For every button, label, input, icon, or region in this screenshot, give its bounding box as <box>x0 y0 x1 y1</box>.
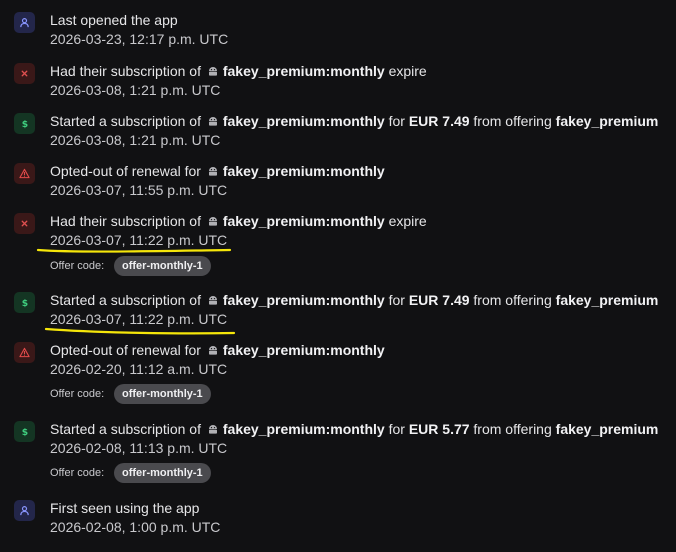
dollar-icon: $ <box>14 113 35 134</box>
event-timestamp: 2026-02-20, 11:12 a.m. UTC <box>50 361 228 377</box>
event-text: for <box>388 113 405 129</box>
event-title: Had their subscription of fakey_premium:… <box>50 212 427 230</box>
warning-icon <box>14 163 35 184</box>
event-timestamp: 2026-03-08, 1:21 p.m. UTC <box>50 82 221 98</box>
android-icon <box>208 346 217 355</box>
price: EUR 5.77 <box>408 421 470 437</box>
product-name: fakey_premium:monthly <box>222 213 385 229</box>
price: EUR 7.49 <box>408 113 470 129</box>
offer-code-label: Offer code: <box>50 388 105 400</box>
event-text: Started a subscription of <box>50 421 201 437</box>
event-timestamp: 2026-03-08, 1:21 p.m. UTC <box>50 132 221 148</box>
event-timestamp: 2026-03-07, 11:22 p.m. UTC <box>50 311 228 327</box>
event-text: Started a subscription of <box>50 292 201 308</box>
event-timestamp: 2026-03-23, 12:17 p.m. UTC <box>50 31 229 47</box>
cross-icon <box>14 213 35 234</box>
event-title: Started a subscription of fakey_premium:… <box>50 420 658 438</box>
event-text: from offering <box>473 113 552 129</box>
event-title: Last opened the app <box>50 12 178 28</box>
product-name: fakey_premium:monthly <box>222 113 385 129</box>
offer-code-label: Offer code: <box>50 260 105 272</box>
android-icon <box>208 117 217 126</box>
event-title: Opted-out of renewal for fakey_premium:m… <box>50 341 385 359</box>
event-text: expire <box>388 213 427 229</box>
event-timestamp: 2026-03-07, 11:55 p.m. UTC <box>50 182 228 198</box>
highlight-underline-1 <box>36 248 232 253</box>
person-icon <box>14 500 35 521</box>
event-text: from offering <box>473 421 552 437</box>
event-timestamp: 2026-02-08, 11:13 p.m. UTC <box>50 440 228 456</box>
event-title: Had their subscription of fakey_premium:… <box>50 62 427 80</box>
person-icon <box>14 12 35 33</box>
product-name: fakey_premium:monthly <box>222 292 385 308</box>
svg-text:$: $ <box>21 427 27 437</box>
android-icon <box>208 425 217 434</box>
highlight-underline-2 <box>44 327 236 335</box>
product-name: fakey_premium:monthly <box>222 421 385 437</box>
offer-code-chip[interactable]: offer-monthly-1 <box>114 256 211 276</box>
event-timestamp: 2026-02-08, 1:00 p.m. UTC <box>50 519 221 535</box>
offer-code-row: Offer code: offer-monthly-1 <box>50 384 211 404</box>
event-title: Started a subscription of fakey_premium:… <box>50 112 658 130</box>
product-name: fakey_premium:monthly <box>222 342 385 358</box>
event-text: Opted-out of renewal for <box>50 163 201 179</box>
svg-text:$: $ <box>21 119 27 129</box>
android-icon <box>208 67 217 76</box>
event-text: Started a subscription of <box>50 113 201 129</box>
dollar-icon: $ <box>14 292 35 313</box>
offering-name: fakey_premium <box>555 113 659 129</box>
offer-code-row: Offer code: offer-monthly-1 <box>50 256 211 276</box>
event-text: for <box>388 292 405 308</box>
event-timestamp: 2026-03-07, 11:22 p.m. UTC <box>50 232 228 248</box>
offer-code-chip[interactable]: offer-monthly-1 <box>114 384 211 404</box>
product-name: fakey_premium:monthly <box>222 63 385 79</box>
event-text: from offering <box>473 292 552 308</box>
event-text: Opted-out of renewal for <box>50 342 201 358</box>
svg-text:$: $ <box>21 298 27 308</box>
android-icon <box>208 167 217 176</box>
android-icon <box>208 296 217 305</box>
event-text: Had their subscription of <box>50 213 201 229</box>
offer-code-label: Offer code: <box>50 467 105 479</box>
event-text: Had their subscription of <box>50 63 201 79</box>
cross-icon <box>14 63 35 84</box>
offering-name: fakey_premium <box>555 421 659 437</box>
event-title: Started a subscription of fakey_premium:… <box>50 291 658 309</box>
event-text: expire <box>388 63 427 79</box>
price: EUR 7.49 <box>408 292 470 308</box>
offering-name: fakey_premium <box>555 292 659 308</box>
event-title: First seen using the app <box>50 500 200 516</box>
event-title: Opted-out of renewal for fakey_premium:m… <box>50 162 385 180</box>
dollar-icon: $ <box>14 421 35 442</box>
product-name: fakey_premium:monthly <box>222 163 385 179</box>
offer-code-chip[interactable]: offer-monthly-1 <box>114 463 211 483</box>
offer-code-row: Offer code: offer-monthly-1 <box>50 463 211 483</box>
event-text: for <box>388 421 405 437</box>
android-icon <box>208 217 217 226</box>
warning-icon <box>14 342 35 363</box>
